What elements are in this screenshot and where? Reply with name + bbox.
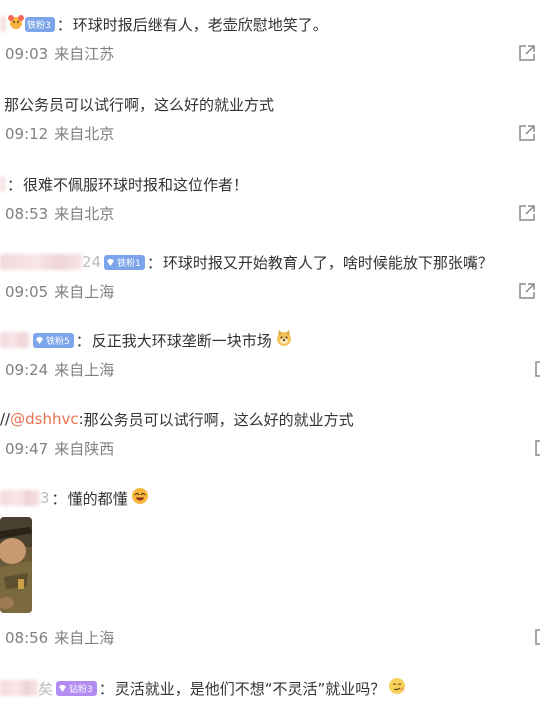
diamond-icon: [106, 258, 115, 267]
comment-location: 来自陕西: [54, 440, 115, 458]
share-external-icon[interactable]: [534, 439, 540, 457]
share-external-icon[interactable]: [534, 360, 540, 378]
comment-time: 09:47: [5, 440, 49, 458]
comment-text-row: // @dshhvc : 那公务员可以试行啊，这么好的就业方式: [0, 407, 354, 431]
comment-meta: 09:12 来自北京: [5, 123, 114, 144]
comment-time: 09:12: [5, 125, 49, 143]
blurred-username[interactable]: [0, 680, 38, 696]
share-external-icon[interactable]: [518, 204, 536, 222]
comment-text: 很难不佩服环球时报和这位作者！: [23, 175, 249, 194]
username-partial[interactable]: 矣: [38, 678, 53, 699]
fan-avatar-icon: [7, 14, 25, 34]
comment-text-row: 铁粉3 ： 环球时报后继有人，老壶欣慰地笑了。: [0, 12, 328, 36]
comment-meta: 09:05 来自上海: [5, 281, 114, 302]
comment-time: 09:24: [5, 361, 49, 379]
laughing-emoji-icon: [131, 487, 149, 509]
comment-location: 来自北京: [54, 125, 115, 143]
separator: ：: [75, 331, 91, 350]
comment-meta: 08:56 来自上海: [5, 627, 114, 648]
separator: ：: [146, 253, 162, 272]
fan-badge[interactable]: 铁粉1: [104, 254, 145, 270]
comment-meta: 08:53 来自北京: [5, 203, 114, 224]
comment-location: 来自江苏: [54, 45, 115, 63]
comment-text: 环球时报后继有人，老壶欣慰地笑了。: [72, 15, 328, 34]
comment-text: 那公务员可以试行啊，这么好的就业方式: [83, 410, 354, 429]
comment-location: 来自上海: [54, 283, 115, 301]
fan-badge-label: 铁粉3: [27, 20, 51, 31]
fan-badge[interactable]: 铁粉3: [25, 16, 55, 32]
comment-meta: 09:03 来自江苏: [5, 43, 114, 64]
comment-photo[interactable]: [0, 517, 32, 613]
diamond-icon: [58, 684, 67, 693]
comment-meta: 09:24 来自上海: [5, 359, 114, 380]
comment-time: 08:56: [5, 629, 49, 647]
comment-text-row: 铁粉5 ： 反正我大环球垄断一块市场: [0, 328, 293, 352]
fan-badge[interactable]: 钻粉3: [56, 680, 97, 696]
fan-badge-label: 铁粉1: [117, 258, 141, 269]
smirk-emoji-icon: [388, 677, 406, 699]
fan-badge-label: 铁粉5: [46, 336, 70, 347]
comment-text: 那公务员可以试行啊，这么好的就业方式: [4, 95, 275, 114]
fan-badge-label: 钻粉3: [69, 684, 93, 695]
comment-text: 灵活就业，是他们不想“不灵活”就业吗？: [114, 679, 386, 698]
separator: ：: [56, 15, 72, 34]
doge-emoji-icon: [275, 329, 293, 351]
share-external-icon[interactable]: [518, 282, 536, 300]
blurred-username[interactable]: [0, 254, 82, 270]
comment-text-row: 矣 钻粉3 ： 灵活就业，是他们不想“不灵活”就业吗？: [0, 676, 406, 700]
separator: ：: [98, 679, 114, 698]
mention-link[interactable]: @dshhvc: [10, 410, 78, 428]
diamond-icon: [35, 336, 44, 345]
comment-location: 来自上海: [54, 629, 115, 647]
comment-text-row: 3 ： 懂的都懂: [0, 486, 149, 510]
comment-text: 环球时报又开始教育人了，啥时候能放下那张嘴？: [162, 253, 493, 272]
comment-location: 来自北京: [54, 205, 115, 223]
comment-text: 反正我大环球垄断一块市场: [91, 331, 272, 350]
comment-time: 09:03: [5, 45, 49, 63]
comment-text-row: ： 很难不佩服环球时报和这位作者！: [0, 172, 248, 196]
comment-text-row: 那公务员可以试行啊，这么好的就业方式: [0, 92, 274, 116]
share-external-icon[interactable]: [518, 44, 536, 62]
repost-prefix: //: [0, 410, 11, 428]
comment-text-row: 24 铁粉1 ： 环球时报又开始教育人了，啥时候能放下那张嘴？: [0, 250, 493, 274]
fan-badge[interactable]: 铁粉5: [33, 332, 74, 348]
share-external-icon[interactable]: [534, 628, 540, 646]
separator: ：: [7, 175, 23, 194]
separator: ：: [51, 489, 67, 508]
comment-time: 08:53: [5, 205, 49, 223]
comment-location: 来自上海: [54, 361, 115, 379]
blurred-username[interactable]: [0, 176, 5, 192]
share-external-icon[interactable]: [518, 124, 536, 142]
comment-text: 懂的都懂: [67, 489, 128, 508]
comment-time: 09:05: [5, 283, 49, 301]
comment-meta: 09:47 来自陕西: [5, 438, 114, 459]
username-partial[interactable]: 3: [40, 489, 50, 507]
blurred-username[interactable]: [0, 332, 30, 348]
username-partial[interactable]: 24: [82, 253, 101, 271]
blurred-username[interactable]: [0, 490, 40, 506]
blurred-username[interactable]: [0, 16, 6, 32]
